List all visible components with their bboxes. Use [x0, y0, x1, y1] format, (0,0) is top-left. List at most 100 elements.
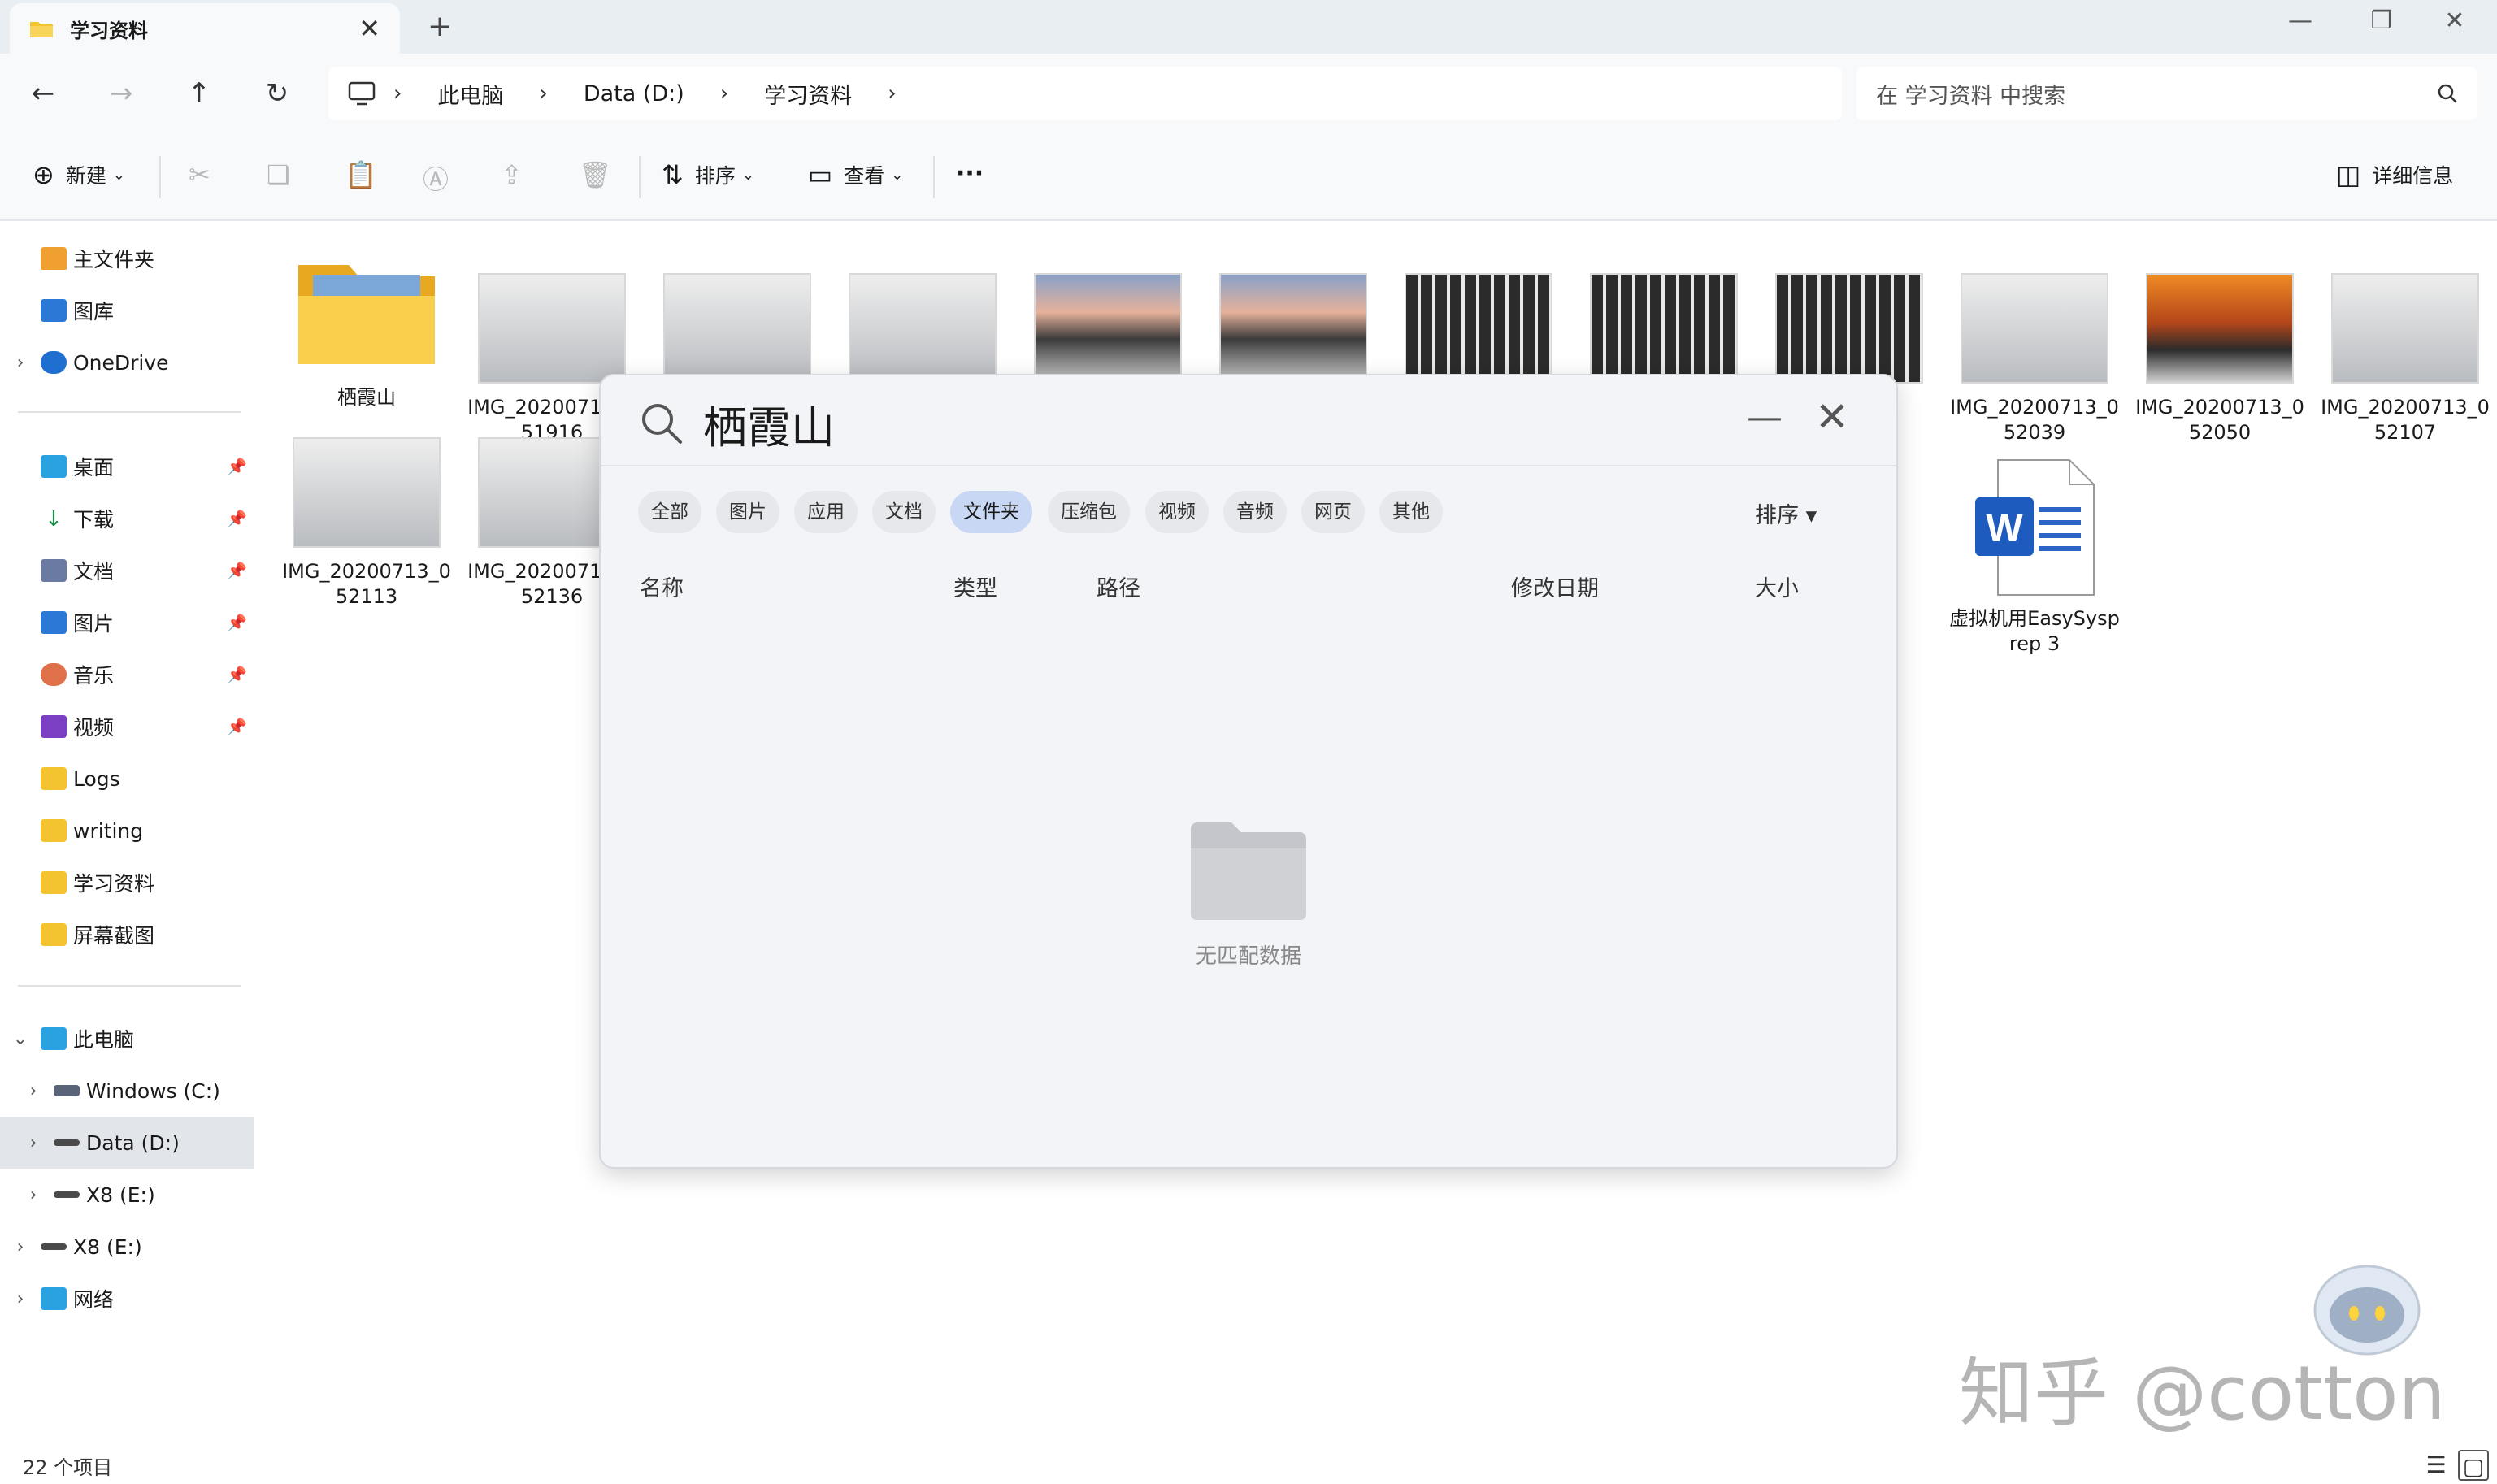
- file-item[interactable]: IMG_20200713_052107: [2317, 221, 2494, 445]
- file-item[interactable]: [649, 221, 826, 384]
- desktop-icon: [41, 455, 67, 478]
- details-pane-button[interactable]: ◫ 详细信息: [2336, 159, 2453, 190]
- column-name[interactable]: 名称: [640, 571, 684, 602]
- sidebar-item-screenshots[interactable]: 屏幕截图: [0, 909, 254, 961]
- file-item[interactable]: [1205, 221, 1382, 384]
- sort-dropdown[interactable]: 排序 ▾: [1755, 497, 1817, 529]
- filter-other[interactable]: 其他: [1379, 491, 1443, 533]
- tab-close-icon[interactable]: ✕: [358, 13, 380, 44]
- sidebar-item-downloads[interactable]: ↓ 下载 📌: [0, 492, 254, 545]
- file-item[interactable]: [1390, 221, 1567, 384]
- view-button[interactable]: ▭ 查看 ⌄: [808, 159, 903, 190]
- new-button[interactable]: ⊕ 新建 ⌄: [33, 159, 125, 190]
- sidebar-item-drive-e[interactable]: › X8 (E:): [0, 1169, 254, 1221]
- breadcrumb-study[interactable]: 学习资料: [764, 78, 852, 110]
- breadcrumb-data-d[interactable]: Data (D:): [584, 81, 684, 106]
- sidebar-item-network[interactable]: › 网络: [0, 1273, 254, 1325]
- pin-icon[interactable]: 📌: [227, 665, 247, 684]
- restore-button[interactable]: ❐: [2357, 7, 2406, 35]
- chevron-right-icon[interactable]: ›: [0, 1289, 41, 1309]
- filter-all[interactable]: 全部: [638, 491, 701, 533]
- pin-icon[interactable]: 📌: [227, 509, 247, 528]
- minimize-icon[interactable]: —: [1747, 397, 1783, 438]
- chevron-right-icon[interactable]: ›: [13, 1133, 54, 1153]
- details-view-icon[interactable]: ☰: [2421, 1450, 2451, 1481]
- more-button[interactable]: ···: [956, 159, 984, 188]
- chevron-right-icon[interactable]: ›: [0, 353, 41, 373]
- pin-icon[interactable]: 📌: [227, 613, 247, 632]
- file-item[interactable]: IMG_20200713_052050: [2131, 221, 2308, 445]
- copy-button[interactable]: ❏: [267, 159, 302, 190]
- pin-icon[interactable]: 📌: [227, 457, 247, 476]
- sidebar-item-drive-c[interactable]: › Windows (C:): [0, 1065, 254, 1117]
- filter-docs[interactable]: 文档: [872, 491, 936, 533]
- column-type[interactable]: 类型: [953, 571, 997, 602]
- search-input[interactable]: 在 学习资料 中搜索: [1856, 67, 2477, 120]
- close-window-button[interactable]: ✕: [2430, 7, 2479, 35]
- file-item[interactable]: [1019, 221, 1196, 384]
- file-item[interactable]: IMG_20200713_052113: [278, 437, 455, 610]
- sidebar-item-onedrive[interactable]: › OneDrive: [0, 336, 254, 388]
- breadcrumb-this-pc[interactable]: 此电脑: [437, 78, 503, 110]
- chevron-down-icon[interactable]: ⌄: [0, 1029, 41, 1049]
- copy-icon: ❏: [267, 159, 290, 190]
- cut-button[interactable]: ✂: [189, 159, 222, 190]
- file-item[interactable]: [1575, 221, 1752, 384]
- file-item[interactable]: [1761, 221, 1938, 384]
- address-bar[interactable]: › 此电脑 › Data (D:) › 学习资料 ›: [328, 67, 1842, 120]
- word-document-icon: W: [1975, 459, 2095, 596]
- image-thumbnail: [1775, 273, 1923, 384]
- column-size[interactable]: 大小: [1755, 571, 1799, 602]
- new-tab-button[interactable]: +: [428, 10, 452, 43]
- sidebar-item-x8[interactable]: › X8 (E:): [0, 1221, 254, 1273]
- pin-icon[interactable]: 📌: [227, 561, 247, 580]
- rename-button[interactable]: Ⓐ: [423, 159, 460, 197]
- sidebar-item-videos[interactable]: 视频 📌: [0, 701, 254, 753]
- sidebar-item-gallery[interactable]: 图库: [0, 284, 254, 336]
- close-icon[interactable]: ✕: [1815, 393, 1849, 440]
- chevron-right-icon[interactable]: ›: [13, 1185, 54, 1205]
- sidebar-item-drive-d[interactable]: › Data (D:): [0, 1117, 254, 1169]
- forward-button[interactable]: →: [101, 73, 141, 114]
- back-button[interactable]: ←: [23, 73, 63, 114]
- file-item[interactable]: 栖霞山: [278, 221, 455, 410]
- sidebar-item-study[interactable]: 学习资料: [0, 857, 254, 909]
- monitor-icon: [41, 1027, 67, 1050]
- sidebar-item-home[interactable]: 主文件夹: [0, 232, 254, 284]
- column-modified[interactable]: 修改日期: [1511, 571, 1599, 602]
- minimize-button[interactable]: —: [2276, 7, 2325, 35]
- filter-archives[interactable]: 压缩包: [1048, 491, 1130, 533]
- filter-videos[interactable]: 视频: [1145, 491, 1209, 533]
- filter-apps[interactable]: 应用: [794, 491, 858, 533]
- file-item[interactable]: [834, 221, 1011, 384]
- sidebar-item-label: writing: [73, 818, 144, 843]
- share-button[interactable]: ⇪: [501, 159, 534, 190]
- filter-audio[interactable]: 音频: [1223, 491, 1287, 533]
- sort-button[interactable]: ⇅ 排序 ⌄: [662, 159, 754, 190]
- delete-button[interactable]: 🗑: [579, 159, 623, 190]
- refresh-button[interactable]: ↻: [257, 73, 297, 114]
- file-item[interactable]: W 虚拟机用EasySysprep 3: [1946, 458, 2123, 657]
- filter-images[interactable]: 图片: [716, 491, 779, 533]
- file-item[interactable]: IMG_20200713_052039: [1946, 221, 2123, 445]
- sidebar-item-pictures[interactable]: 图片 📌: [0, 597, 254, 649]
- pin-icon[interactable]: 📌: [227, 717, 247, 736]
- chevron-right-icon[interactable]: ›: [13, 1081, 54, 1101]
- file-name: IMG_20200713_052107: [2321, 396, 2490, 444]
- tab-active[interactable]: 学习资料 ✕: [10, 3, 400, 54]
- filter-folders[interactable]: 文件夹: [950, 491, 1032, 533]
- chevron-right-icon[interactable]: ›: [0, 1237, 41, 1257]
- sidebar-item-writing[interactable]: writing: [0, 805, 254, 857]
- folder-icon: [41, 767, 67, 790]
- paste-button[interactable]: 📋: [345, 159, 389, 190]
- sidebar-item-logs[interactable]: Logs: [0, 753, 254, 805]
- thumbnail-view-icon[interactable]: ▢: [2458, 1450, 2489, 1481]
- search-query-input[interactable]: 栖霞山: [703, 392, 835, 456]
- sidebar-item-desktop[interactable]: 桌面 📌: [0, 440, 254, 492]
- column-path[interactable]: 路径: [1097, 571, 1140, 602]
- sidebar-item-this-pc[interactable]: ⌄ 此电脑: [0, 1013, 254, 1065]
- up-button[interactable]: ↑: [179, 73, 219, 114]
- sidebar-item-documents[interactable]: 文档 📌: [0, 545, 254, 597]
- sidebar-item-music[interactable]: 音乐 📌: [0, 649, 254, 701]
- filter-web[interactable]: 网页: [1301, 491, 1365, 533]
